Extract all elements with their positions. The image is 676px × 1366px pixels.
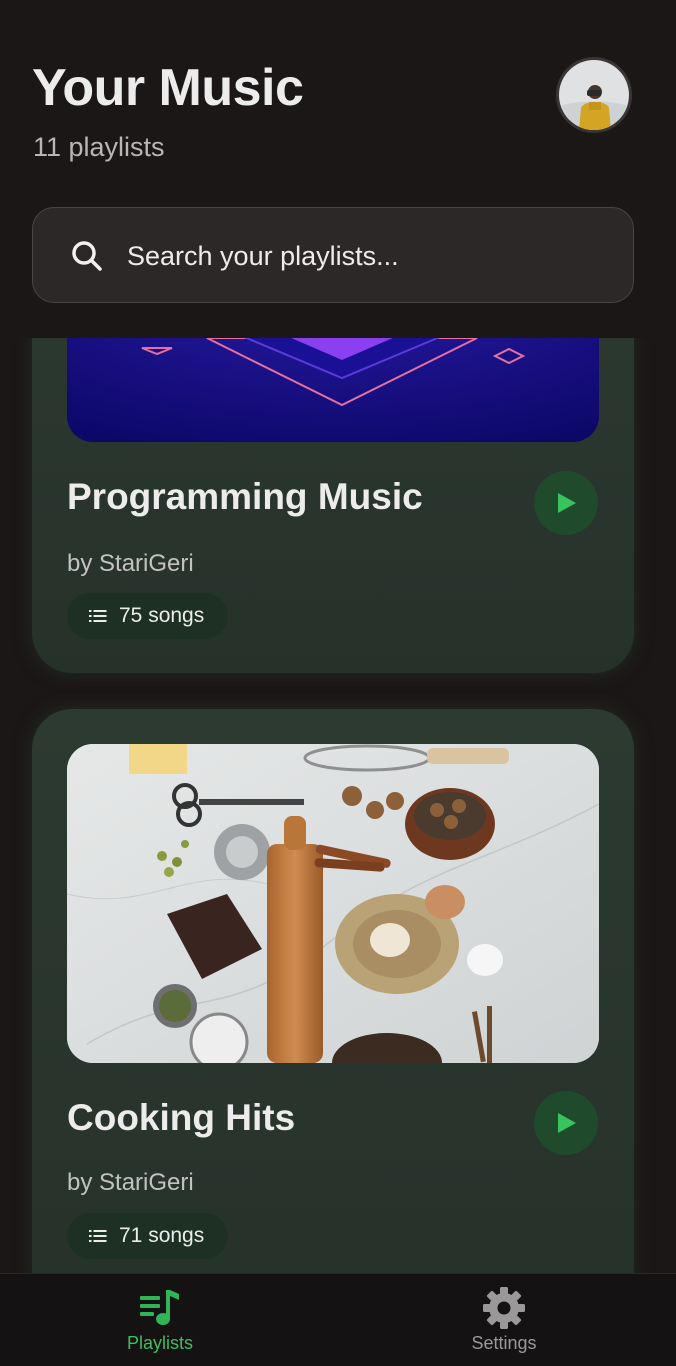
app-root: Programming Music by StariGeri 75 songs: [0, 0, 676, 1366]
play-button[interactable]: [534, 471, 598, 535]
search-input[interactable]: [125, 230, 609, 282]
play-button[interactable]: [534, 1091, 598, 1155]
play-icon: [558, 1113, 576, 1133]
playlist-count: 11 playlists: [33, 132, 165, 162]
song-count: 71 songs: [119, 1224, 205, 1247]
avatar[interactable]: [556, 57, 632, 133]
gear-icon: [483, 1287, 525, 1329]
list-icon: [89, 1230, 107, 1242]
bottom-nav: Playlists Settings: [0, 1273, 676, 1366]
playlist-owner: by StariGeri: [67, 550, 194, 577]
play-icon: [558, 493, 576, 513]
nav-item-settings[interactable]: Settings: [404, 1274, 604, 1366]
music-list-icon: [140, 1290, 179, 1325]
user-avatar-icon: [559, 60, 629, 130]
page-title: Your Music: [32, 59, 304, 117]
playlist-owner: by StariGeri: [67, 1169, 194, 1196]
nav-label-playlists: Playlists: [126, 1333, 193, 1353]
header: Your Music 11 playlists: [0, 0, 676, 338]
nav-label-settings: Settings: [471, 1333, 537, 1353]
nav-item-playlists[interactable]: Playlists: [60, 1274, 260, 1366]
playlist-title: Cooking Hits: [67, 1097, 296, 1138]
playlist-cover-image: [67, 744, 599, 1063]
playlist-card[interactable]: Cooking Hits by StariGeri 71 songs: [32, 709, 634, 1309]
playlist-title: Programming Music: [67, 476, 423, 517]
search-icon: [72, 241, 102, 271]
list-icon: [89, 610, 107, 622]
song-count-badge: 71 songs: [67, 1213, 229, 1259]
song-count-badge: 75 songs: [67, 593, 229, 639]
song-count: 75 songs: [119, 604, 205, 627]
search-bar[interactable]: [32, 207, 634, 303]
